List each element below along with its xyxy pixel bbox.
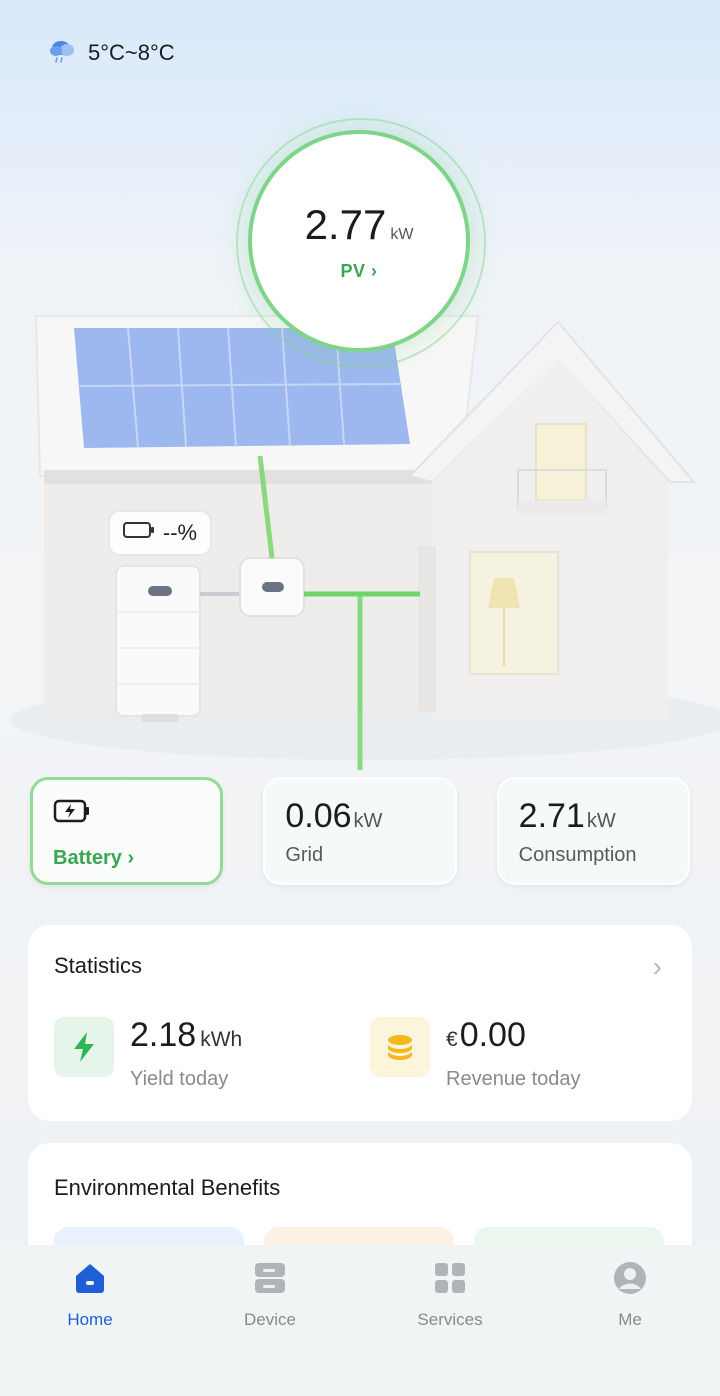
consumption-label: Consumption xyxy=(518,844,637,866)
battery-card[interactable]: Battery › xyxy=(30,777,224,885)
chevron-right-icon[interactable]: › xyxy=(653,951,662,983)
battery-card-label: Battery › xyxy=(53,847,135,869)
tab-home[interactable]: Home xyxy=(0,1245,180,1396)
device-icon xyxy=(251,1259,289,1302)
battery-icon xyxy=(122,520,155,546)
pv-power-circle[interactable]: 2.77 kW PV › xyxy=(248,130,470,352)
battery-percent: --% xyxy=(162,520,198,545)
revenue-today: €0.00 Revenue today xyxy=(370,1017,581,1091)
consumption-card[interactable]: 2.71 kW Consumption xyxy=(496,777,690,885)
pv-value: 2.77 kW xyxy=(304,200,414,248)
tab-me[interactable]: Me xyxy=(540,1245,720,1396)
grid-label: Grid xyxy=(285,844,324,866)
chevron-right-icon: › xyxy=(127,847,135,869)
grid-icon xyxy=(431,1259,469,1302)
yield-today: 2.18 kWh Yield today xyxy=(54,1017,242,1091)
weather-widget: 5°C~8°C xyxy=(46,34,175,72)
grid-card[interactable]: 0.06 kW Grid xyxy=(263,777,457,885)
cloud-rain-icon xyxy=(46,34,78,72)
home-icon xyxy=(71,1259,109,1302)
chevron-right-icon: › xyxy=(371,260,378,281)
pv-link[interactable]: PV › xyxy=(340,261,377,282)
temperature-range: 5°C~8°C xyxy=(88,40,175,65)
consumption-value: 2.71 kW xyxy=(518,797,616,835)
battery-percent-badge: --% xyxy=(108,510,212,556)
statistics-title: Statistics xyxy=(54,953,143,978)
tab-services[interactable]: Services xyxy=(360,1245,540,1396)
grid-value: 0.06 kW xyxy=(285,797,383,835)
user-icon xyxy=(611,1259,649,1302)
coins-icon xyxy=(370,1017,430,1077)
battery-charging-icon xyxy=(53,799,91,828)
lightning-icon xyxy=(54,1017,114,1077)
tab-device[interactable]: Device xyxy=(180,1245,360,1396)
environmental-title: Environmental Benefits xyxy=(54,1175,281,1200)
bottom-tab-bar: Home Device Services Me xyxy=(0,1245,720,1396)
statistics-panel[interactable]: Statistics › 2.18 kWh Yield today €0.00 R… xyxy=(28,925,692,1121)
